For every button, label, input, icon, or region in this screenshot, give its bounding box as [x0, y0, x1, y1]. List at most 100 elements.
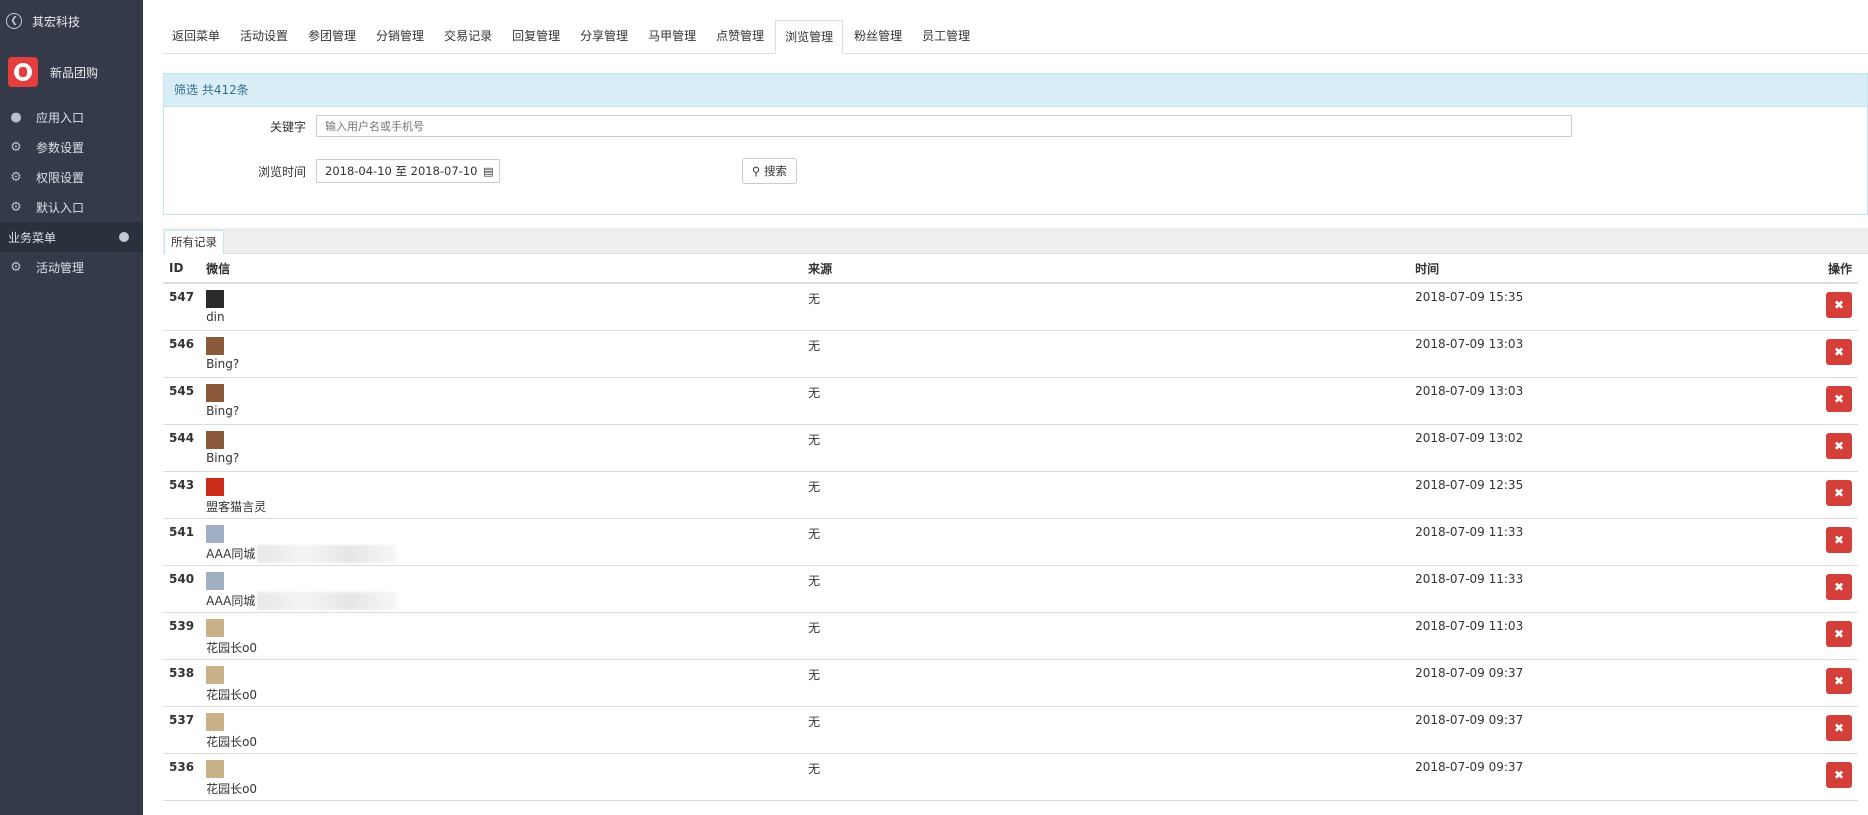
row-time: 2018-07-09 13:03 [1409, 330, 1806, 378]
row-time: 2018-07-09 09:37 [1409, 659, 1806, 707]
row-nickname: 花园长o0 [206, 781, 258, 796]
row-source: 无 [802, 330, 1410, 378]
delete-button[interactable]: ✖ [1826, 573, 1852, 600]
row-id: 543 [163, 471, 201, 519]
avatar [206, 477, 225, 496]
row-actions: ✖ [1806, 283, 1858, 331]
delete-button[interactable]: ✖ [1826, 667, 1852, 694]
col-header-id: ID [163, 254, 201, 284]
delete-button[interactable]: ✖ [1826, 385, 1852, 412]
tab-9[interactable]: 浏览管理 [775, 20, 844, 54]
date-range-value: 2018-04-10 至 2018-07-10 [325, 164, 478, 178]
row-wechat: 花园长o0 [200, 659, 803, 707]
sidebar-item-label: 默认入口 [36, 200, 85, 215]
row-time: 2018-07-09 09:37 [1409, 753, 1806, 801]
row-wechat: din [200, 283, 803, 331]
row-actions: ✖ [1806, 377, 1858, 425]
brand-name: 新品团购 [50, 65, 99, 80]
row-nickname: AAA同城 [206, 546, 256, 561]
row-wechat: Bing? [200, 330, 803, 378]
date-range-picker[interactable]: 2018-04-10 至 2018-07-10 ▤ [316, 159, 500, 183]
sidebar-section-business[interactable]: 业务菜单 [0, 222, 143, 252]
sidebar-item-permissions[interactable]: ⚙ 权限设置 [0, 162, 143, 192]
col-header-source: 来源 [802, 254, 1410, 284]
row-nickname: 花园长o0 [206, 640, 258, 655]
records-table: ID 微信 来源 时间 操作 547 din 无 2018-07-09 15:3… [163, 254, 1858, 801]
tab-0[interactable]: 返回菜单 [163, 20, 229, 52]
tab-1[interactable]: 活动设置 [231, 20, 297, 52]
keyword-input[interactable] [316, 115, 1572, 137]
avatar [206, 524, 225, 543]
delete-button[interactable]: ✖ [1826, 338, 1852, 365]
row-nickname: Bing? [206, 450, 240, 465]
row-source: 无 [802, 424, 1410, 472]
tab-5[interactable]: 回复管理 [503, 20, 569, 52]
search-button[interactable]: ⚲ 搜索 [742, 158, 797, 184]
collapse-dot-icon[interactable] [119, 232, 129, 242]
gear-icon: ⚙ [10, 139, 22, 155]
row-time: 2018-07-09 13:03 [1409, 377, 1806, 425]
tab-4[interactable]: 交易记录 [435, 20, 501, 52]
table-row: 536 花园长o0 无 2018-07-09 09:37 ✖ [163, 753, 1858, 801]
row-actions: ✖ [1806, 471, 1858, 519]
back-label: 其宏科技 [32, 14, 81, 29]
times-icon: ✖ [1833, 485, 1845, 500]
tab-all-records[interactable]: 所有记录 [164, 230, 224, 254]
delete-button[interactable]: ✖ [1826, 761, 1852, 788]
delete-button[interactable]: ✖ [1826, 479, 1852, 506]
app-brand[interactable]: 新品团购 [0, 42, 143, 102]
times-icon: ✖ [1833, 391, 1845, 406]
table-row: 545 Bing? 无 2018-07-09 13:03 ✖ [163, 377, 1858, 425]
section-label: 业务菜单 [8, 230, 57, 245]
row-wechat: AAA同城 [200, 518, 803, 566]
tab-11[interactable]: 员工管理 [913, 20, 979, 52]
col-header-actions: 操作 [1806, 254, 1858, 284]
row-id: 546 [163, 330, 201, 378]
row-source: 无 [802, 518, 1410, 566]
calendar-icon: ▤ [483, 165, 494, 178]
tab-2[interactable]: 参团管理 [299, 20, 365, 52]
sidebar-item-default-entry[interactable]: ⚙ 默认入口 [0, 192, 143, 222]
tab-7[interactable]: 马甲管理 [639, 20, 705, 52]
tab-6[interactable]: 分享管理 [571, 20, 637, 52]
row-actions: ✖ [1806, 753, 1858, 801]
avatar [206, 571, 225, 590]
sidebar-item-app-entry[interactable]: ● 应用入口 [0, 102, 143, 132]
row-source: 无 [802, 471, 1410, 519]
delete-button[interactable]: ✖ [1826, 714, 1852, 741]
chevron-left-icon: ❮ [6, 13, 22, 29]
delete-button[interactable]: ✖ [1826, 292, 1852, 318]
table-row: 543 盟客猫言灵 无 2018-07-09 12:35 ✖ [163, 471, 1858, 519]
table-row: 544 Bing? 无 2018-07-09 13:02 ✖ [163, 424, 1858, 472]
table-row: 547 din 无 2018-07-09 15:35 ✖ [163, 283, 1858, 331]
filter-panel: 筛选 共412条 关键字 浏览时间 2018-04-10 至 2018-07-1… [163, 73, 1868, 215]
times-icon: ✖ [1833, 767, 1845, 782]
sidebar-item-params[interactable]: ⚙ 参数设置 [0, 132, 143, 162]
table-row: 539 花园长o0 无 2018-07-09 11:03 ✖ [163, 612, 1858, 660]
delete-button[interactable]: ✖ [1826, 620, 1852, 647]
row-actions: ✖ [1806, 518, 1858, 566]
row-nickname: 花园长o0 [206, 687, 258, 702]
tab-8[interactable]: 点赞管理 [707, 20, 773, 52]
avatar [206, 430, 225, 449]
tab-3[interactable]: 分销管理 [367, 20, 433, 52]
times-icon: ✖ [1833, 344, 1845, 359]
table-row: 537 花园长o0 无 2018-07-09 09:37 ✖ [163, 706, 1858, 754]
row-actions: ✖ [1806, 424, 1858, 472]
delete-button[interactable]: ✖ [1826, 526, 1852, 553]
row-id: 547 [163, 283, 201, 331]
row-actions: ✖ [1806, 330, 1858, 378]
row-id: 540 [163, 565, 201, 613]
back-link[interactable]: ❮ 其宏科技 [0, 0, 143, 42]
tab-10[interactable]: 粉丝管理 [845, 20, 911, 52]
row-actions: ✖ [1806, 659, 1858, 707]
delete-button[interactable]: ✖ [1826, 432, 1852, 459]
gear-icon: ⚙ [10, 259, 22, 275]
row-source: 无 [802, 283, 1410, 331]
sidebar-item-label: 权限设置 [36, 170, 85, 185]
sidebar-item-activity[interactable]: ⚙ 活动管理 [0, 252, 143, 282]
row-actions: ✖ [1806, 565, 1858, 613]
table-header-row: ID 微信 来源 时间 操作 [163, 254, 1858, 284]
row-time: 2018-07-09 11:33 [1409, 518, 1806, 566]
row-source: 无 [802, 706, 1410, 754]
